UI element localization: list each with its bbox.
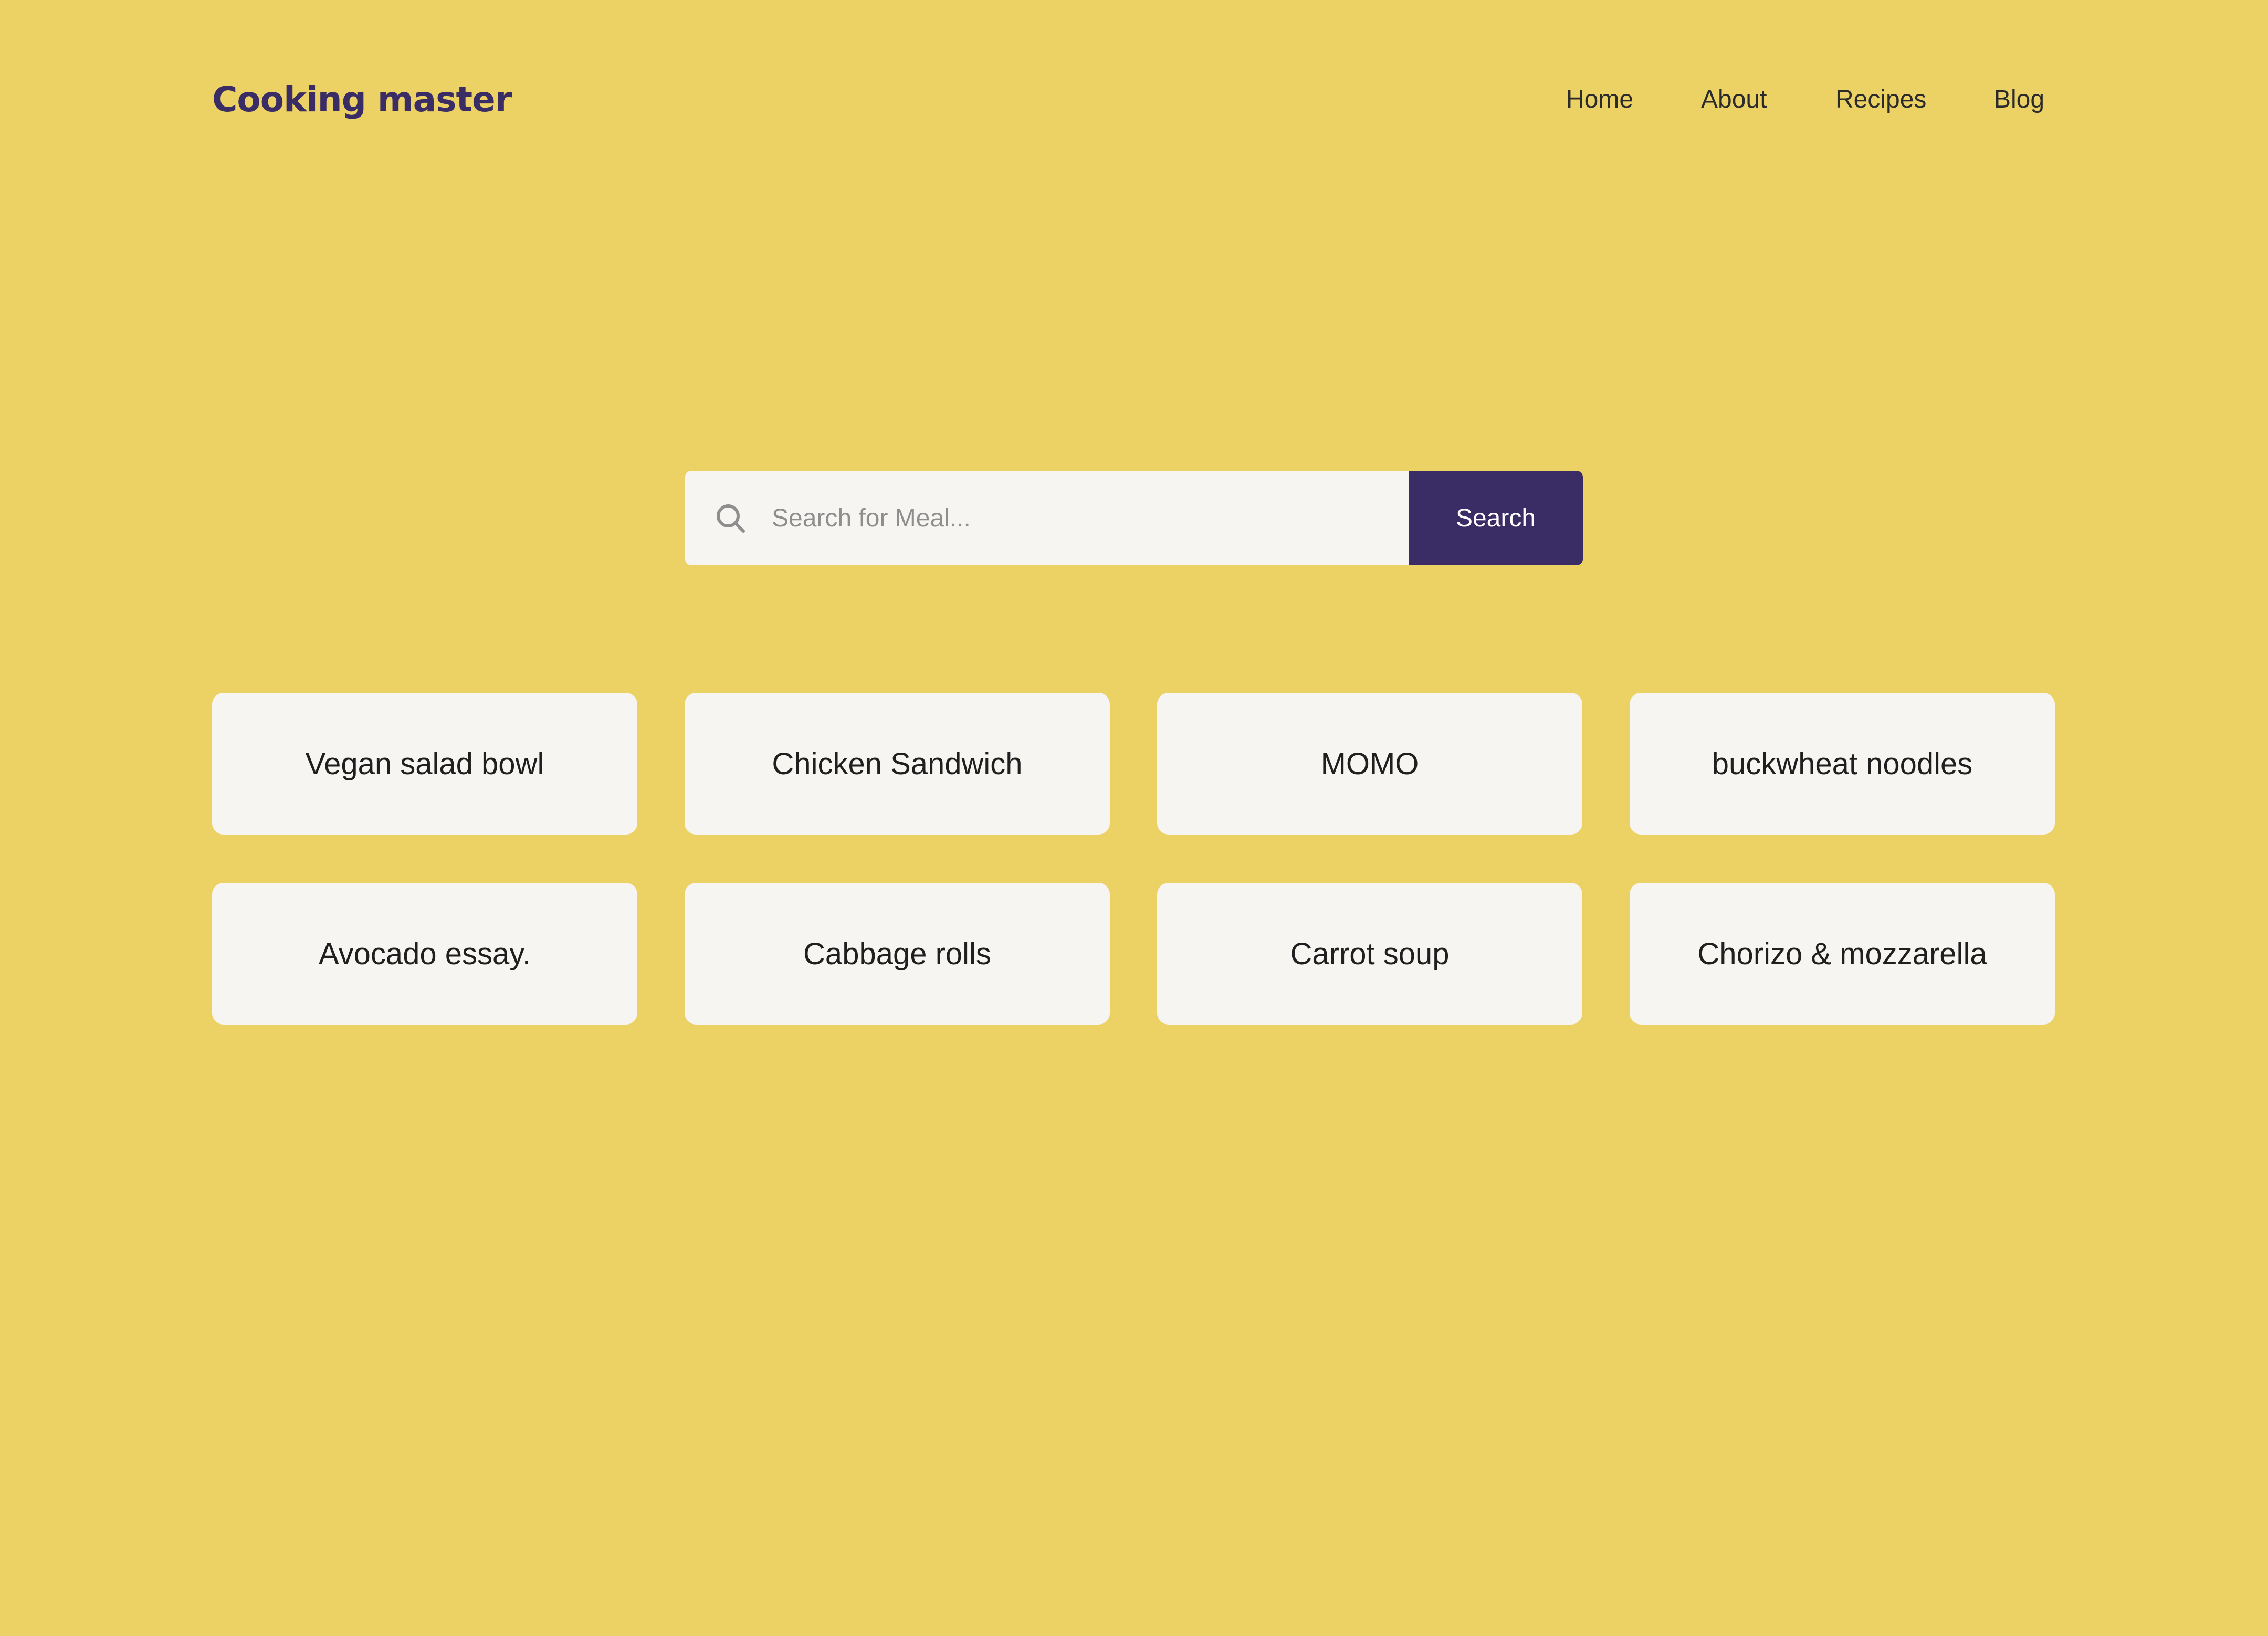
nav-about[interactable]: About: [1701, 79, 1767, 121]
meal-card[interactable]: Vegan salad bowl: [212, 693, 637, 835]
meal-card-label: MOMO: [1320, 746, 1419, 781]
nav-blog[interactable]: Blog: [1994, 79, 2044, 121]
meal-card-label: Cabbage rolls: [803, 936, 991, 971]
meal-card-label: Carrot soup: [1290, 936, 1450, 971]
meal-card-label: Chorizo & mozzarella: [1697, 936, 1987, 971]
search-bar: Search: [685, 471, 1583, 565]
meal-card-label: buckwheat noodles: [1712, 746, 1973, 781]
nav-recipes[interactable]: Recipes: [1835, 79, 1926, 121]
meal-card-label: Vegan salad bowl: [305, 746, 544, 781]
search-button[interactable]: Search: [1409, 471, 1583, 565]
nav-home[interactable]: Home: [1566, 79, 1633, 121]
meal-card[interactable]: MOMO: [1157, 693, 1582, 835]
meal-card[interactable]: Carrot soup: [1157, 883, 1582, 1025]
meal-card[interactable]: Avocado essay.: [212, 883, 637, 1025]
search-icon: [716, 503, 746, 534]
meal-card[interactable]: buckwheat noodles: [1630, 693, 2055, 835]
meal-card[interactable]: Chicken Sandwich: [685, 693, 1110, 835]
main-nav: Home About Recipes Blog: [1554, 79, 2079, 121]
meal-card[interactable]: Cabbage rolls: [685, 883, 1110, 1025]
search-input[interactable]: [772, 471, 1386, 565]
search-field[interactable]: [685, 471, 1409, 565]
meal-grid: Vegan salad bowl Chicken Sandwich MOMO b…: [212, 693, 2055, 1025]
site-logo[interactable]: Cooking master: [212, 73, 512, 126]
meal-card-label: Avocado essay.: [318, 936, 531, 971]
meal-card-label: Chicken Sandwich: [772, 746, 1023, 781]
meal-card[interactable]: Chorizo & mozzarella: [1630, 883, 2055, 1025]
